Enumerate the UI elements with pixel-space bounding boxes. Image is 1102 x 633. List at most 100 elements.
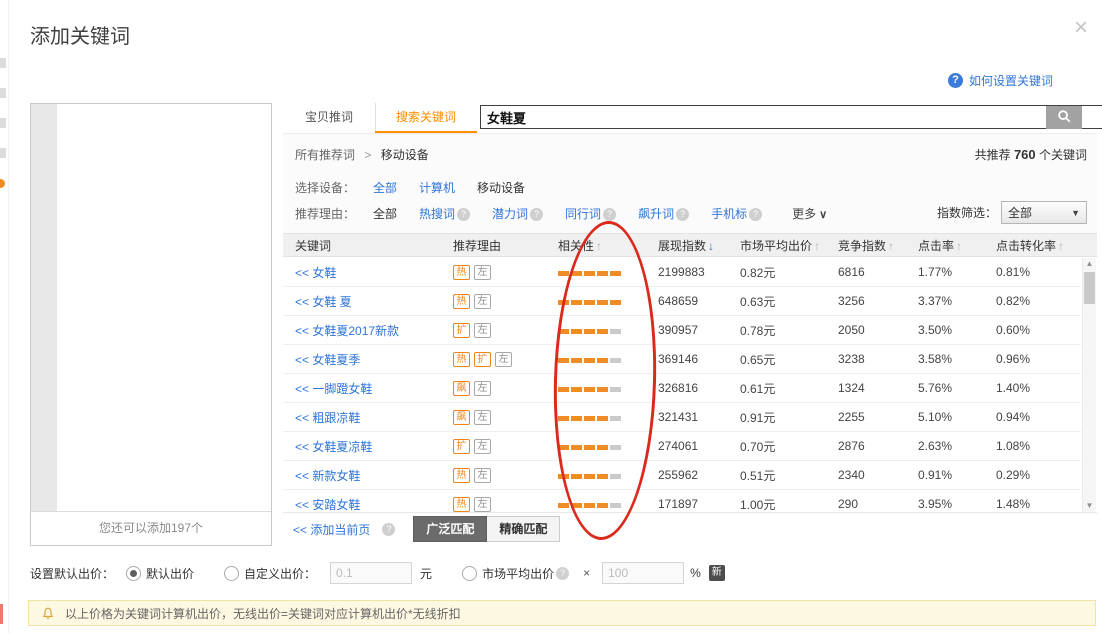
search-button[interactable] — [1046, 106, 1082, 129]
multiply-sign: × — [583, 566, 590, 580]
broad-match-button[interactable]: 广泛匹配 — [413, 516, 487, 542]
more-filters-toggle[interactable]: 更多∨ — [792, 207, 827, 221]
keyword-link[interactable]: << 女鞋夏2017新款 — [295, 324, 399, 338]
column-header[interactable]: 展现指数↓ — [658, 237, 740, 254]
exact-match-button[interactable]: 精确匹配 — [487, 516, 560, 542]
reason-option[interactable]: 手机标? — [711, 207, 762, 221]
relevance-segment — [584, 416, 595, 421]
radio-market-bid[interactable] — [462, 566, 477, 581]
relevance-segment — [610, 474, 621, 479]
table-scrollbar[interactable]: ▲ ▼ — [1082, 258, 1096, 512]
help-link[interactable]: ? 如何设置关键词 — [948, 72, 1053, 89]
competition-cell: 3256 — [838, 294, 918, 308]
column-header[interactable]: 点击转化率↑ — [996, 237, 1081, 254]
table-footer: << 添加当前页 ? 广泛匹配 精确匹配 — [283, 512, 1097, 545]
reason-badge: 热 — [453, 497, 470, 512]
keyword-link[interactable]: << 新款女鞋 — [295, 469, 360, 483]
help-icon[interactable]: ? — [382, 523, 395, 536]
reason-option[interactable]: 飙升词? — [638, 207, 689, 221]
radio-default-bid[interactable] — [126, 566, 141, 581]
relevance-segment — [597, 300, 608, 305]
relevance-cell — [558, 352, 658, 366]
help-icon[interactable]: ? — [530, 208, 543, 221]
cvr-cell: 0.29% — [996, 468, 1081, 482]
scrollbar-thumb[interactable] — [1084, 272, 1095, 304]
column-header[interactable]: 市场平均出价↑ — [740, 237, 838, 254]
page-edge-artifact — [0, 148, 6, 158]
help-icon[interactable]: ? — [603, 208, 616, 221]
relevance-cell — [558, 439, 658, 453]
relevance-segment — [558, 416, 569, 421]
column-header[interactable]: 竞争指数↑ — [838, 237, 918, 254]
relevance-cell — [558, 410, 658, 424]
relevance-segment — [558, 329, 569, 334]
page-title: 添加关键词 — [30, 20, 130, 49]
new-feature-badge: 新 — [709, 565, 725, 581]
add-current-page-link[interactable]: << 添加当前页 — [293, 521, 370, 538]
keyword-link[interactable]: << 女鞋夏凉鞋 — [295, 440, 372, 454]
column-header-label: 推荐理由 — [453, 239, 501, 253]
competition-cell: 2876 — [838, 439, 918, 453]
keyword-link[interactable]: << 安踏女鞋 — [295, 498, 360, 512]
device-option[interactable]: 计算机 — [419, 181, 455, 195]
tab-bar: 宝贝推词 搜索关键词 — [283, 103, 1097, 134]
relevance-bars — [558, 271, 621, 276]
relevance-segment — [584, 300, 595, 305]
column-header[interactable]: 点击率↑ — [918, 237, 996, 254]
help-icon[interactable]: ? — [676, 208, 689, 221]
reason-badge: 扩 — [453, 323, 470, 338]
device-option[interactable]: 移动设备 — [477, 181, 525, 195]
page-edge-artifact — [0, 118, 6, 128]
keyword-link[interactable]: << 一脚蹬女鞋 — [295, 382, 372, 396]
relevance-bars — [558, 358, 621, 363]
ctr-cell: 5.76% — [918, 381, 996, 395]
keyword-link[interactable]: << 女鞋 夏 — [295, 295, 352, 309]
help-icon[interactable]: ? — [556, 567, 569, 580]
relevance-segment — [597, 387, 608, 392]
question-circle-icon: ? — [948, 73, 963, 88]
custom-bid-option-label[interactable]: 自定义出价： — [244, 565, 316, 582]
relevance-segment — [597, 271, 608, 276]
breadcrumb-root[interactable]: 所有推荐词 — [295, 148, 355, 162]
scroll-down-icon[interactable]: ▼ — [1083, 500, 1096, 512]
table-header: 关键词推荐理由相关性↑展现指数↓市场平均出价↑竞争指数↑点击率↑点击转化率↑ — [283, 233, 1097, 257]
market-bid-option-label[interactable]: 市场平均出价 — [482, 565, 554, 582]
reason-badge: 左 — [474, 439, 491, 454]
column-header[interactable]: 相关性↑ — [558, 237, 658, 254]
close-icon[interactable]: × — [1074, 16, 1088, 40]
keyword-search-input[interactable] — [480, 105, 1102, 129]
reason-option[interactable]: 潜力词? — [492, 207, 543, 221]
sort-arrow-icon: ↓ — [708, 239, 714, 253]
reason-badge: 左 — [474, 265, 491, 280]
competition-cell: 2050 — [838, 323, 918, 337]
reason-badge: 热 — [453, 352, 470, 367]
reason-option[interactable]: 热搜词? — [419, 207, 470, 221]
sort-arrow-icon: ↑ — [596, 239, 602, 253]
keyword-cell: << 女鞋 夏 — [283, 293, 453, 310]
relevance-segment — [571, 503, 582, 508]
reason-option[interactable]: 全部 — [373, 207, 397, 221]
default-bid-option-label[interactable]: 默认出价 — [146, 565, 194, 582]
avg-bid-cell: 0.61元 — [740, 380, 838, 397]
tab-item-recommend[interactable]: 宝贝推词 — [283, 103, 376, 131]
tab-search-keywords[interactable]: 搜索关键词 — [375, 103, 477, 133]
radio-custom-bid[interactable] — [224, 566, 239, 581]
default-bid-row: 设置默认出价： 默认出价 自定义出价： 元 市场平均出价 ? × % 新 — [30, 560, 725, 586]
market-bid-percent-input[interactable] — [602, 562, 684, 584]
device-option[interactable]: 全部 — [373, 181, 397, 195]
index-filter-dropdown[interactable]: 全部 ▼ — [1001, 201, 1087, 224]
reason-option[interactable]: 同行词? — [565, 207, 616, 221]
keyword-link[interactable]: << 女鞋夏季 — [295, 353, 360, 367]
keyword-link[interactable]: << 粗跟凉鞋 — [295, 411, 360, 425]
ctr-cell: 1.77% — [918, 265, 996, 279]
help-link-label[interactable]: 如何设置关键词 — [969, 72, 1053, 89]
help-icon[interactable]: ? — [457, 208, 470, 221]
percent-sign: % — [690, 566, 701, 580]
relevance-segment — [610, 416, 621, 421]
help-icon[interactable]: ? — [749, 208, 762, 221]
custom-bid-input[interactable] — [330, 562, 412, 584]
impression-cell: 390957 — [658, 323, 740, 337]
sort-arrow-icon: ↑ — [888, 239, 894, 253]
keyword-link[interactable]: << 女鞋 — [295, 266, 336, 280]
scroll-up-icon[interactable]: ▲ — [1083, 258, 1096, 270]
